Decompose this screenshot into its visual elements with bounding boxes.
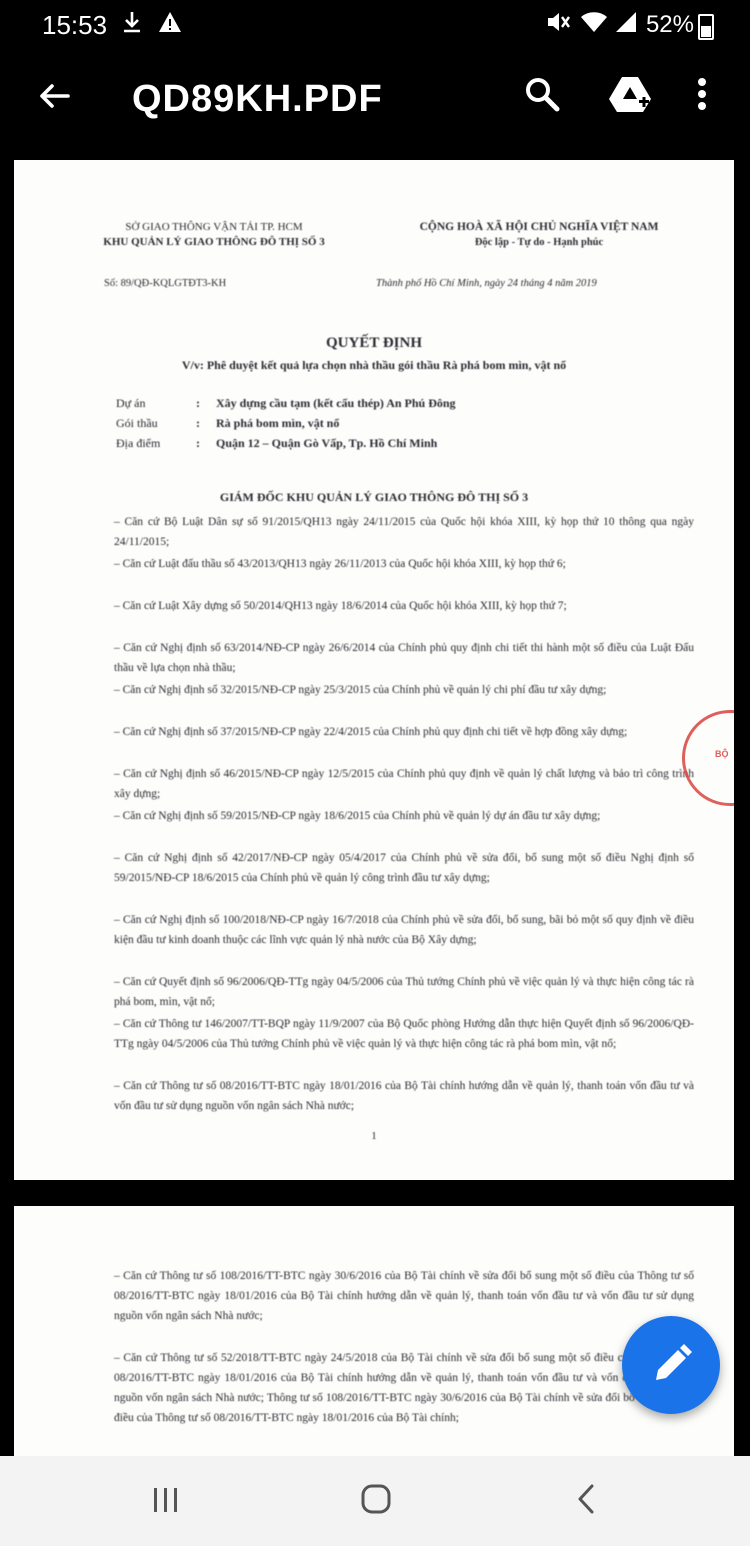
more-vert-icon[interactable]: [694, 74, 714, 122]
legal-clause: – Căn cứ Nghị định số 63/2014/NĐ-CP ngày…: [114, 642, 694, 674]
national-line-1: CỘNG HOÀ XÃ HỘI CHỦ NGHĨA VIỆT NAM: [419, 221, 659, 233]
legal-clause: – Căn cứ Nghị định số 37/2015/NĐ-CP ngày…: [114, 726, 628, 738]
legal-clause: – Căn cứ Nghị định số 59/2015/NĐ-CP ngày…: [114, 810, 601, 822]
status-time: 15:53: [42, 10, 108, 40]
app-bar: QD89KH.PDF: [0, 50, 750, 150]
legal-clause: – Căn cứ Luật đấu thầu số 43/2013/QH13 n…: [114, 558, 566, 570]
legal-clause: – Căn cứ Thông tư số 08/2016/TT-BTC ngày…: [114, 1080, 694, 1112]
legal-clause: – Căn cứ Thông tư 146/2007/TT-BQP ngày 1…: [114, 1018, 694, 1050]
info-value: Xây dựng cầu tạm (kết cấu thép) An Phú Đ…: [216, 396, 456, 410]
legal-clause: – Căn cứ Nghị định số 100/2018/NĐ-CP ngà…: [114, 914, 694, 946]
legal-clause: – Căn cứ Nghị định số 32/2015/NĐ-CP ngày…: [114, 684, 607, 696]
drive-icon[interactable]: [608, 74, 652, 122]
issuer-line-2: KHU QUẢN LÝ GIAO THÔNG ĐÔ THỊ SỐ 3: [103, 236, 325, 248]
issuer-line-1: SỞ GIAO THÔNG VẬN TẢI TP. HCM: [125, 221, 303, 233]
info-value: Rà phá bom mìn, vật nổ: [216, 416, 340, 430]
page-number: 1: [371, 1130, 377, 1142]
status-bar: 15:53 52%: [0, 0, 750, 50]
battery-percentage: 52%: [645, 11, 694, 38]
download-icon: [122, 10, 142, 40]
info-label: Địa điểm: [116, 436, 161, 450]
seal-text: BỘ: [715, 749, 729, 759]
home-icon[interactable]: [346, 1476, 406, 1526]
legal-clause: – Căn cứ Bộ Luật Dân sự số 91/2015/QH13 …: [114, 516, 694, 548]
info-label: Dự án: [116, 396, 146, 410]
document-content: SỞ GIAO THÔNG VẬN TẢI TP. HCM KHU QUẢN L…: [14, 160, 734, 1180]
decision-subject: V/v: Phê duyệt kết quả lựa chọn nhà thầu…: [181, 358, 567, 372]
battery-icon: [698, 14, 714, 40]
back-icon[interactable]: [556, 1476, 616, 1526]
legal-clause: – Căn cứ Luật Xây dựng số 50/2014/QH13 n…: [114, 600, 567, 612]
decision-title: QUYẾT ĐỊNH: [326, 335, 422, 351]
document-number: Số: 89/QĐ-KQLGTĐT3-KH: [104, 278, 227, 289]
info-value: Quận 12 – Quận Gò Vấp, Tp. Hồ Chí Minh: [216, 436, 438, 450]
national-line-2: Độc lập - Tự do - Hạnh phúc: [474, 237, 604, 248]
signal-icon: [614, 10, 638, 40]
recent-apps-icon[interactable]: [136, 1476, 196, 1526]
director-heading: GIÁM ĐỐC KHU QUẢN LÝ GIAO THÔNG ĐÔ THỊ S…: [219, 490, 529, 504]
legal-clause: – Căn cứ Thông tư số 52/2018/TT-BTC ngày…: [114, 1352, 694, 1424]
legal-clause: – Căn cứ Thông tư số 108/2016/TT-BTC ngà…: [114, 1270, 694, 1322]
info-location: Địa điểm: Quận 12 – Quận Gò Vấp, Tp. Hồ C…: [116, 436, 438, 450]
issuer-header: SỞ GIAO THÔNG VẬN TẢI TP. HCM KHU QUẢN L…: [54, 220, 374, 250]
info-project: Dự án: Xây dựng cầu tạm (kết cấu thép) An…: [116, 396, 456, 410]
search-icon[interactable]: [522, 74, 566, 122]
warning-icon: [158, 10, 182, 40]
wifi-icon: [580, 10, 608, 40]
national-header: CỘNG HOÀ XÃ HỘI CHỦ NGHĨA VIỆT NAM Độc l…: [364, 220, 714, 250]
legal-clause: – Căn cứ Nghị định số 42/2017/NĐ-CP ngày…: [114, 852, 694, 884]
system-nav-bar: [0, 1456, 750, 1546]
info-package: Gói thầu: Rà phá bom mìn, vật nổ: [116, 416, 340, 430]
document-date: Thành phố Hồ Chí Minh, ngày 24 tháng 4 n…: [376, 278, 597, 289]
edit-fab-button[interactable]: [622, 1316, 720, 1414]
legal-clause: – Căn cứ Nghị định số 46/2015/NĐ-CP ngày…: [114, 768, 694, 800]
edit-pencil-icon: [656, 1344, 692, 1380]
info-label: Gói thầu: [116, 416, 158, 430]
file-title: QD89KH.PDF: [132, 78, 383, 120]
pdf-page-1[interactable]: SỞ GIAO THÔNG VẬN TẢI TP. HCM KHU QUẢN L…: [14, 160, 734, 1180]
back-arrow-icon[interactable]: [36, 78, 76, 118]
mute-icon: [545, 10, 571, 40]
legal-clause: – Căn cứ Quyết định số 96/2006/QĐ-TTg ng…: [114, 976, 694, 1008]
